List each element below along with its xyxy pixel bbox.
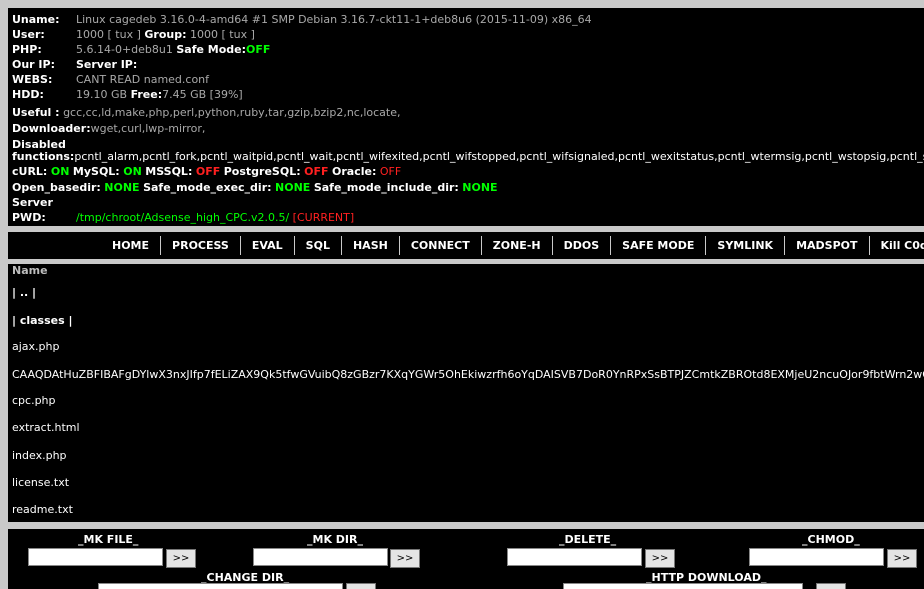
curl-label: cURL: [12, 165, 47, 178]
nav-item-zone-h[interactable]: ZONE-H [482, 236, 553, 255]
chmod-input[interactable] [749, 548, 884, 566]
mk-dir-button[interactable]: >> [390, 549, 420, 568]
basedir-row: Open_basedir: NONE Safe_mode_exec_dir: N… [12, 181, 498, 194]
downloader-row: Downloader:wget,curl,lwp-mirror, [12, 122, 205, 135]
mk-file-title: _MK FILE_ [78, 533, 138, 546]
nav-item-process[interactable]: PROCESS [161, 236, 241, 255]
folder-link[interactable]: | classes | [12, 314, 73, 327]
free-value: 7.45 GB [39%] [162, 88, 243, 101]
safe-include-value: NONE [462, 181, 497, 194]
file-link[interactable]: index.php [12, 449, 67, 462]
php-value-row: 5.6.14-0+deb8u1 Safe Mode:OFF [76, 43, 270, 56]
disabled-functions-value: pcntl_alarm,pcntl_fork,pcntl_waitpid,pcn… [74, 150, 924, 163]
curl-value: ON [51, 165, 70, 178]
nav-item-safe-mode[interactable]: SAFE MODE [611, 236, 706, 255]
file-link[interactable]: cpc.php [12, 394, 56, 407]
disabled-functions-row: functions:pcntl_alarm,pcntl_fork,pcntl_w… [12, 150, 924, 163]
file-link[interactable]: extract.html [12, 421, 80, 434]
http-download-button[interactable]: >> [816, 583, 846, 589]
user-group-value: 1000 [ tux ] Group: 1000 [ tux ] [76, 28, 255, 41]
php-label: PHP: [12, 43, 42, 56]
nav-item-home[interactable]: HOME [101, 236, 161, 255]
webs-value: CANT READ named.conf [76, 73, 209, 86]
change-dir-input[interactable] [98, 583, 343, 589]
oracle-label: Oracle: [332, 165, 376, 178]
group-value: 1000 [ tux ] [190, 28, 255, 41]
hdd-value-row: 19.10 GB Free:7.45 GB [39%] [76, 88, 243, 101]
file-link[interactable]: license.txt [12, 476, 69, 489]
uname-value: Linux cagedeb 3.16.0-4-amd64 #1 SMP Debi… [76, 13, 592, 26]
chmod-title: _CHMOD_ [802, 533, 860, 546]
mk-dir-title: _MK DIR_ [307, 533, 363, 546]
open-basedir-label: Open_basedir: [12, 181, 101, 194]
safe-exec-label: Safe_mode_exec_dir: [143, 181, 271, 194]
safe-mode-value: OFF [246, 43, 270, 56]
mssql-value: OFF [196, 165, 220, 178]
name-column-header: Name [12, 264, 48, 277]
downloader-value: wget,curl,lwp-mirror, [91, 122, 206, 135]
file-link[interactable]: readme.txt [12, 503, 73, 516]
nav-menu: HOMEPROCESSEVALSQLHASHCONNECTZONE-HDDOSS… [101, 232, 924, 259]
nav-item-symlink[interactable]: SYMLINK [706, 236, 785, 255]
nav-item-ddos[interactable]: DDOS [553, 236, 612, 255]
free-label: Free: [131, 88, 163, 101]
pwd-path-link[interactable]: /tmp/chroot/Adsense_high_CPC.v2.0.5/ [76, 211, 289, 224]
mysql-value: ON [123, 165, 142, 178]
file-list-panel: Name | .. | | classes | ajax.php CAAQDAtHuZ… [8, 264, 924, 522]
group-label: Group: [144, 28, 186, 41]
db-support-row: cURL: ON MySQL: ON MSSQL: OFF PostgreSQL… [12, 165, 401, 178]
hdd-label: HDD: [12, 88, 44, 101]
nav-item-connect[interactable]: CONNECT [400, 236, 482, 255]
nav-item-madspot[interactable]: MADSPOT [785, 236, 869, 255]
mk-file-input[interactable] [28, 548, 163, 566]
our-ip-label: Our IP: [12, 58, 55, 71]
functions-label: functions: [12, 150, 74, 163]
downloader-label: Downloader: [12, 122, 91, 135]
mk-file-button[interactable]: >> [166, 549, 196, 568]
safe-include-label: Safe_mode_include_dir: [314, 181, 459, 194]
mk-dir-input[interactable] [253, 548, 388, 566]
server-info-panel: Uname: Linux cagedeb 3.16.0-4-amd64 #1 S… [8, 8, 924, 226]
safe-mode-label: Safe Mode: [176, 43, 246, 56]
postgresql-value: OFF [304, 165, 328, 178]
postgresql-label: PostgreSQL: [224, 165, 301, 178]
user-label: User: [12, 28, 45, 41]
actions-panel: _MK FILE_ >> _MK DIR_ >> _DELETE_ >> _CH… [8, 529, 924, 589]
folder-link[interactable]: | .. | [12, 286, 36, 299]
useful-label: Useful : [12, 106, 60, 119]
php-value: 5.6.14-0+deb8u1 [76, 43, 173, 56]
useful-row: Useful : gcc,cc,ld,make,php,perl,python,… [12, 106, 401, 119]
uname-label: Uname: [12, 13, 60, 26]
safe-exec-value: NONE [275, 181, 310, 194]
chmod-button[interactable]: >> [887, 549, 917, 568]
nav-item-kill-c0de[interactable]: Kill C0de [870, 236, 924, 255]
file-link[interactable]: CAAQDAtHuZBFIBAFgDYlwX3nxJIfp7fELiZAX9Qk… [12, 368, 924, 381]
http-download-input[interactable] [563, 583, 803, 589]
server-ip-label: Server IP: [76, 58, 137, 71]
delete-button[interactable]: >> [645, 549, 675, 568]
change-dir-button[interactable]: >> [346, 583, 376, 589]
open-basedir-value: NONE [104, 181, 139, 194]
main-nav: HOMEPROCESSEVALSQLHASHCONNECTZONE-HDDOSS… [8, 232, 924, 259]
nav-item-eval[interactable]: EVAL [241, 236, 295, 255]
delete-title: _DELETE_ [559, 533, 616, 546]
file-link[interactable]: ajax.php [12, 340, 59, 353]
nav-item-sql[interactable]: SQL [295, 236, 342, 255]
oracle-value: OFF [380, 165, 401, 178]
nav-item-hash[interactable]: HASH [342, 236, 400, 255]
mysql-label: MySQL: [73, 165, 120, 178]
useful-value: gcc,cc,ld,make,php,perl,python,ruby,tar,… [63, 106, 400, 119]
user-value: 1000 [ tux ] [76, 28, 141, 41]
hdd-value: 19.10 GB [76, 88, 127, 101]
server-label: Server [12, 196, 53, 209]
pwd-label: PWD: [12, 211, 46, 224]
mssql-label: MSSQL: [145, 165, 192, 178]
webs-label: WEBS: [12, 73, 52, 86]
pwd-value-row: /tmp/chroot/Adsense_high_CPC.v2.0.5/ [CU… [76, 211, 354, 224]
delete-input[interactable] [507, 548, 642, 566]
current-dir-link[interactable]: [CURRENT] [293, 211, 355, 224]
